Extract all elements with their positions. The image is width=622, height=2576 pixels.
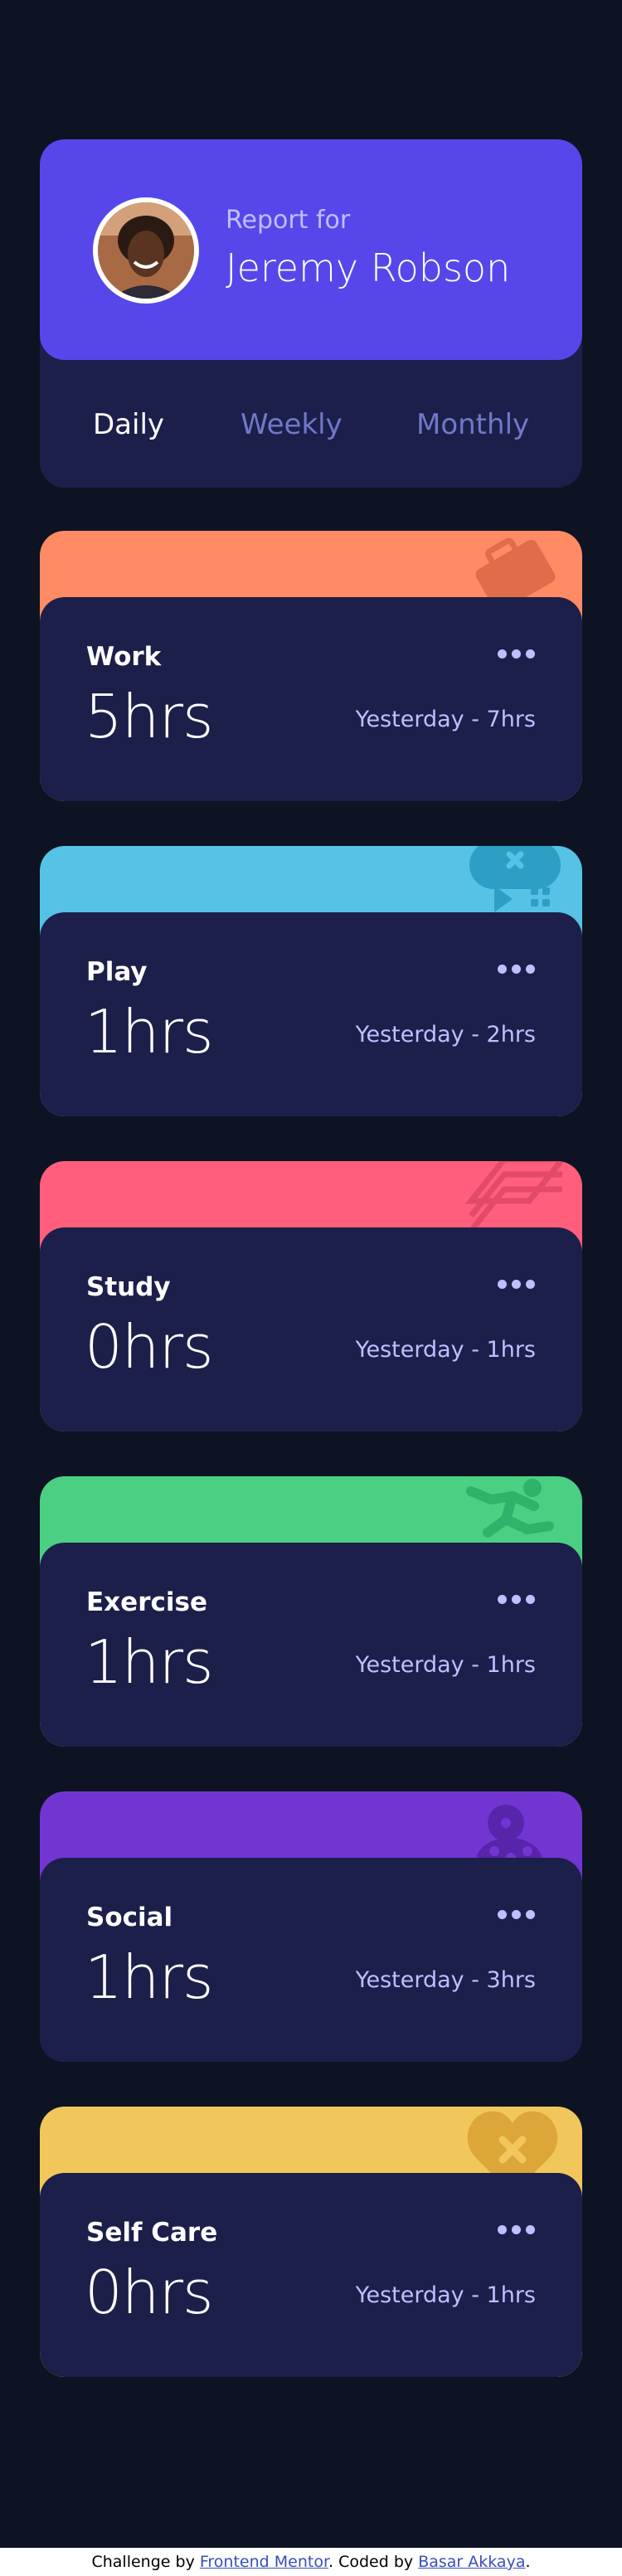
profile-header: Report for Jeremy Robson xyxy=(40,139,582,360)
previous-hours: Yesterday - 1hrs xyxy=(355,1337,536,1363)
activity-card-body[interactable]: Work 5hrs Yesterday - 7hrs xyxy=(40,597,582,801)
tab-weekly[interactable]: Weekly xyxy=(241,408,343,441)
attribution-footer: Challenge by Frontend Mentor. Coded by B… xyxy=(0,2548,622,2576)
activity-card-study: Study 0hrs Yesterday - 1hrs xyxy=(40,1161,582,1431)
activity-card-work: Work 5hrs Yesterday - 7hrs xyxy=(40,531,582,801)
more-options-icon[interactable] xyxy=(498,1276,539,1292)
avatar-image xyxy=(98,202,194,299)
footer-middle: . Coded by xyxy=(328,2553,419,2571)
activity-card-social: Social 1hrs Yesterday - 3hrs xyxy=(40,1791,582,2062)
dashboard: Report for Jeremy Robson Daily Weekly Mo… xyxy=(40,139,582,2377)
activity-card-exercise: Exercise 1hrs Yesterday - 1hrs xyxy=(40,1476,582,1747)
activity-title: Social xyxy=(86,1903,173,1932)
previous-hours: Yesterday - 2hrs xyxy=(355,1022,536,1047)
current-hours: 1hrs xyxy=(85,1627,214,1697)
activity-title: Self Care xyxy=(86,2218,218,2248)
footer-prefix: Challenge by xyxy=(91,2553,200,2571)
frontend-mentor-link[interactable]: Frontend Mentor xyxy=(200,2553,328,2571)
more-options-icon[interactable] xyxy=(498,645,539,662)
more-options-icon[interactable] xyxy=(498,1906,539,1922)
activity-card-self-care: Self Care 0hrs Yesterday - 1hrs xyxy=(40,2107,582,2377)
tab-daily[interactable]: Daily xyxy=(93,408,164,441)
more-options-icon[interactable] xyxy=(498,2221,539,2238)
activity-card-body[interactable]: Play 1hrs Yesterday - 2hrs xyxy=(40,912,582,1116)
current-hours: 0hrs xyxy=(85,2258,214,2327)
author-link[interactable]: Basar Akkaya xyxy=(418,2553,525,2571)
previous-hours: Yesterday - 1hrs xyxy=(355,2282,536,2308)
current-hours: 1hrs xyxy=(85,1942,214,2012)
previous-hours: Yesterday - 7hrs xyxy=(355,707,536,732)
activity-title: Exercise xyxy=(86,1587,207,1617)
activity-card-body[interactable]: Social 1hrs Yesterday - 3hrs xyxy=(40,1858,582,2062)
period-tabs: Daily Weekly Monthly xyxy=(40,360,582,488)
avatar xyxy=(93,197,199,304)
previous-hours: Yesterday - 3hrs xyxy=(355,1967,536,1993)
user-name: Jeremy Robson xyxy=(226,245,511,290)
activity-title: Study xyxy=(86,1272,171,1302)
footer-suffix: . xyxy=(525,2553,531,2571)
activity-card-body[interactable]: Self Care 0hrs Yesterday - 1hrs xyxy=(40,2173,582,2377)
activity-card-play: Play 1hrs Yesterday - 2hrs xyxy=(40,846,582,1116)
profile-card: Report for Jeremy Robson Daily Weekly Mo… xyxy=(40,139,582,488)
activity-title: Work xyxy=(86,642,162,672)
activity-card-body[interactable]: Study 0hrs Yesterday - 1hrs xyxy=(40,1227,582,1431)
current-hours: 5hrs xyxy=(85,682,214,751)
more-options-icon[interactable] xyxy=(498,960,539,977)
tab-monthly[interactable]: Monthly xyxy=(416,408,529,441)
current-hours: 0hrs xyxy=(85,1312,214,1382)
more-options-icon[interactable] xyxy=(498,1591,539,1607)
current-hours: 1hrs xyxy=(85,997,214,1067)
activity-card-body[interactable]: Exercise 1hrs Yesterday - 1hrs xyxy=(40,1543,582,1747)
activity-title: Play xyxy=(86,957,148,987)
report-label: Report for xyxy=(226,206,351,235)
previous-hours: Yesterday - 1hrs xyxy=(355,1652,536,1678)
